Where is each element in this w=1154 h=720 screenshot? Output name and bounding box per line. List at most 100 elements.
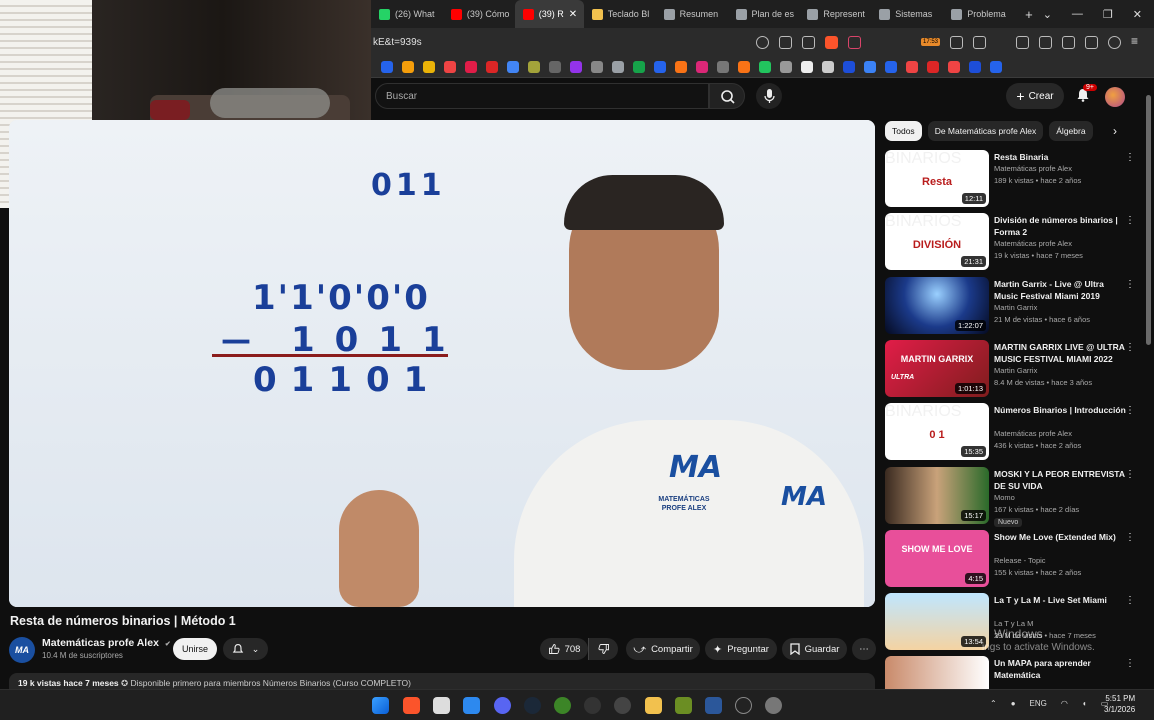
more-vert-icon[interactable]: ⋮ bbox=[1125, 152, 1135, 163]
brave-icon[interactable] bbox=[403, 697, 420, 714]
ask-button[interactable]: ✦ Preguntar bbox=[705, 638, 777, 660]
sidebar-icon[interactable] bbox=[1039, 35, 1052, 49]
recommendation-title[interactable]: Números Binarios | Introducción bbox=[994, 404, 1127, 416]
bookmark-favicon-icon[interactable] bbox=[948, 60, 960, 73]
xbox-icon[interactable] bbox=[675, 697, 692, 714]
account-avatar[interactable] bbox=[1105, 87, 1125, 107]
brave-shield-icon[interactable] bbox=[824, 35, 838, 49]
bookmark-favicon-icon[interactable] bbox=[612, 60, 624, 73]
more-vert-icon[interactable]: ⋮ bbox=[1125, 215, 1135, 226]
save-button[interactable]: Guardar bbox=[782, 638, 847, 660]
bookmark-favicon-icon[interactable] bbox=[780, 60, 792, 73]
bookmark-favicon-icon[interactable] bbox=[717, 60, 729, 73]
extension-timer-badge[interactable]: 17:53 bbox=[920, 38, 940, 46]
zoom-icon[interactable] bbox=[755, 35, 769, 49]
bookmark-favicon-icon[interactable] bbox=[822, 60, 834, 73]
channel-avatar[interactable]: MA bbox=[9, 637, 35, 663]
file-explorer-icon[interactable] bbox=[645, 697, 662, 714]
word-icon[interactable] bbox=[705, 697, 722, 714]
browser-tab[interactable]: Problema bbox=[943, 0, 1015, 28]
recommendation-title[interactable]: Un MAPA para aprender Matemática bbox=[994, 657, 1127, 681]
bookmark-favicon-icon[interactable] bbox=[885, 60, 897, 73]
extensions-icon[interactable] bbox=[950, 35, 963, 49]
video-player[interactable]: 011 1'1'0'0'0 — 1011 01101 MA MATEMÁTICA… bbox=[9, 120, 875, 607]
more-vert-icon[interactable]: ⋮ bbox=[1125, 342, 1135, 353]
recommendation-title[interactable]: La T y La M - Live Set Miami bbox=[994, 594, 1127, 606]
video-thumbnail[interactable]: MARTIN GARRIX ULTRA 1:01:13 bbox=[885, 339, 989, 397]
tab-search-button[interactable]: ⌄ bbox=[1043, 8, 1052, 21]
bookmark-favicon-icon[interactable] bbox=[402, 60, 414, 73]
leo-ai-icon[interactable] bbox=[1085, 35, 1098, 49]
browser-tab[interactable]: (39) Cómo bbox=[443, 0, 515, 28]
recommendation-item[interactable]: 15:17 MOSKI Y LA PEOR ENTREVISTA DE SU VI… bbox=[885, 466, 1140, 527]
chevron-right-icon[interactable]: › bbox=[1113, 124, 1117, 138]
music-icon[interactable] bbox=[1016, 35, 1029, 49]
maximize-button[interactable]: ❐ bbox=[1103, 8, 1113, 21]
address-bar[interactable]: kE&t=939s 17:53 ≡ bbox=[371, 28, 1154, 56]
recommendation-title[interactable]: MOSKI Y LA PEOR ENTREVISTA DE SU VIDA bbox=[994, 468, 1127, 492]
recommendation-channel[interactable]: Matemáticas profe Alex bbox=[994, 429, 1072, 438]
game-icon[interactable] bbox=[614, 697, 631, 714]
more-vert-icon[interactable]: ⋮ bbox=[1125, 469, 1135, 480]
bookmark-favicon-icon[interactable] bbox=[423, 60, 435, 73]
bookmark-favicon-icon[interactable] bbox=[843, 60, 855, 73]
close-icon[interactable]: ✕ bbox=[569, 9, 577, 20]
bookmark-favicon-icon[interactable] bbox=[675, 60, 687, 73]
recommendation-title[interactable]: División de números binarios | Forma 2 bbox=[994, 214, 1127, 238]
minimize-button[interactable]: — bbox=[1072, 8, 1083, 21]
epic-icon[interactable] bbox=[735, 697, 752, 714]
browser-tab[interactable]: Resumen bbox=[656, 0, 728, 28]
search-button[interactable] bbox=[709, 83, 745, 109]
browser-tab[interactable]: (39) R ✕ bbox=[514, 0, 584, 28]
snipping-tool-icon[interactable] bbox=[463, 697, 480, 714]
filter-chip[interactable]: Todos bbox=[885, 121, 922, 141]
minecraft-icon[interactable] bbox=[554, 697, 571, 714]
share-icon[interactable] bbox=[801, 35, 815, 49]
wallet-icon[interactable] bbox=[1062, 35, 1075, 49]
bookmark-favicon-icon[interactable] bbox=[927, 60, 939, 73]
chevron-up-icon[interactable]: ⌃ bbox=[990, 699, 997, 708]
voice-search-button[interactable] bbox=[756, 83, 782, 109]
search-input[interactable]: Buscar bbox=[375, 83, 709, 109]
video-thumbnail[interactable]: 15:17 bbox=[885, 466, 989, 524]
video-thumbnail[interactable]: BINARIOS Resta 12:11 bbox=[885, 150, 989, 207]
bookmark-favicon-icon[interactable] bbox=[801, 60, 813, 73]
recommendation-title[interactable]: Resta Binaria bbox=[994, 151, 1127, 163]
bookmark-favicon-icon[interactable] bbox=[969, 60, 981, 73]
bookmark-favicon-icon[interactable] bbox=[990, 60, 1002, 73]
recommendation-item[interactable]: BINARIOS DIVISIÓN 21:31 División de números… bbox=[885, 213, 1140, 273]
menu-icon[interactable]: ≡ bbox=[1131, 35, 1144, 49]
language-indicator[interactable]: ENG bbox=[1030, 699, 1047, 708]
bookmark-favicon-icon[interactable] bbox=[654, 60, 666, 73]
recommendation-channel[interactable]: Release - Topic bbox=[994, 556, 1046, 565]
like-button[interactable]: 708 bbox=[540, 638, 588, 660]
bookmark-favicon-icon[interactable] bbox=[444, 60, 456, 73]
more-vert-icon[interactable]: ⋮ bbox=[1125, 532, 1135, 543]
recommendation-channel[interactable]: Martin Garrix bbox=[994, 303, 1037, 312]
recommendation-channel[interactable]: Matemáticas profe Alex bbox=[994, 239, 1072, 248]
recommendation-item[interactable]: BINARIOS 0 1 15:35 Números Binarios | Intro… bbox=[885, 403, 1140, 463]
bookmark-favicon-icon[interactable] bbox=[507, 60, 519, 73]
url-text[interactable]: kE&t=939s bbox=[373, 37, 422, 48]
more-vert-icon[interactable]: ⋮ bbox=[1125, 405, 1135, 416]
recommendation-item[interactable]: 1:22:07 Martin Garrix - Live @ Ultra Musi… bbox=[885, 276, 1140, 337]
recommendation-title[interactable]: Show Me Love (Extended Mix) bbox=[994, 531, 1127, 543]
video-thumbnail[interactable]: BINARIOS DIVISIÓN 21:31 bbox=[885, 213, 989, 271]
volume-icon[interactable]: ◖ bbox=[1082, 699, 1087, 708]
more-actions-button[interactable]: ⋯ bbox=[852, 638, 876, 660]
bookmark-favicon-icon[interactable] bbox=[381, 60, 393, 73]
browser-tab[interactable]: Represent bbox=[799, 0, 871, 28]
vpn-icon[interactable] bbox=[1108, 35, 1121, 49]
app-icon[interactable] bbox=[584, 697, 601, 714]
browser-tab[interactable]: Teclado Bl bbox=[584, 0, 656, 28]
video-thumbnail[interactable]: BINARIOS 0 1 15:35 bbox=[885, 403, 989, 461]
more-vert-icon[interactable]: ⋮ bbox=[1125, 658, 1135, 669]
create-button[interactable]: + Crear bbox=[1006, 83, 1064, 109]
recommendation-channel[interactable]: Momo bbox=[994, 493, 1015, 502]
bookmark-favicon-icon[interactable] bbox=[696, 60, 708, 73]
wifi-icon[interactable]: ◠ bbox=[1061, 699, 1068, 708]
scrollbar-thumb[interactable] bbox=[1146, 95, 1151, 345]
share-button[interactable]: ⤻ Compartir bbox=[626, 638, 700, 660]
video-thumbnail[interactable]: SHOW ME LOVE 4:15 bbox=[885, 529, 989, 587]
bookmark-favicon-icon[interactable] bbox=[486, 60, 498, 73]
